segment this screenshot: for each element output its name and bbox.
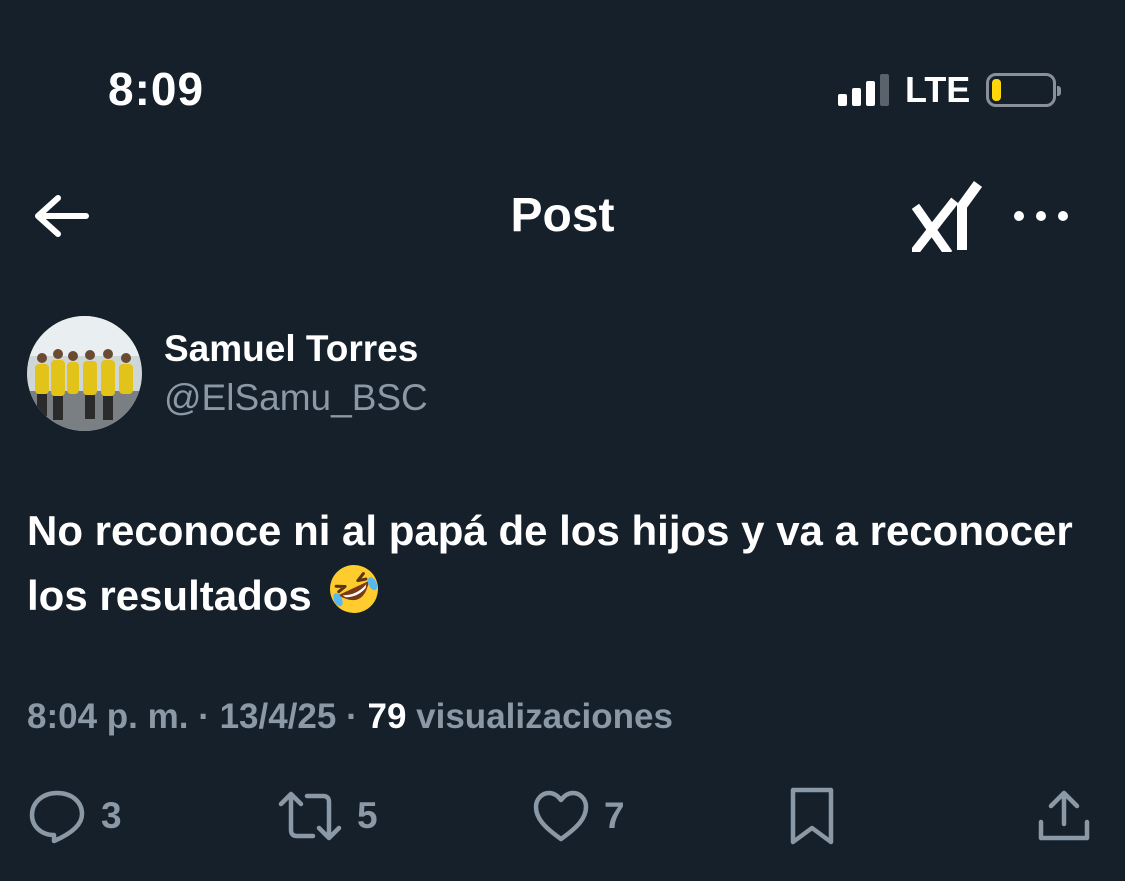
grok-button[interactable]: [909, 180, 983, 257]
bookmark-icon: [790, 787, 834, 845]
post-meta: 8:04 p. m. · 13/4/25 · 79 visualizacione…: [27, 697, 673, 737]
heart-icon: [533, 790, 589, 842]
post-text: No reconoce ni al papá de los hijos y va…: [27, 500, 1087, 633]
meta-separator: ·: [346, 697, 358, 736]
rolling-on-floor-laughing-emoji-icon: [327, 562, 381, 633]
post-date: 13/4/25: [219, 697, 337, 736]
like-count: 7: [604, 795, 625, 836]
post-screen: 8:09 LTE Post Samuel Torres @ElSamu_BSC …: [0, 0, 1125, 881]
share-icon: [1038, 790, 1090, 841]
author-handle[interactable]: @ElSamu_BSC: [164, 377, 428, 419]
post-text-content: No reconoce ni al papá de los hijos y va…: [27, 507, 1073, 619]
views-label[interactable]: visualizaciones: [416, 697, 673, 736]
post-time: 8:04 p. m.: [27, 697, 189, 736]
like-button[interactable]: 7: [532, 785, 625, 847]
network-type: LTE: [905, 69, 971, 110]
author-name[interactable]: Samuel Torres: [164, 328, 418, 370]
views-count[interactable]: 79: [367, 697, 406, 736]
repost-button[interactable]: 5: [277, 785, 378, 847]
status-time: 8:09: [108, 63, 205, 115]
meta-separator: ·: [198, 697, 210, 736]
battery-icon: [986, 73, 1062, 107]
repost-count: 5: [357, 795, 378, 836]
grok-icon: [909, 181, 983, 257]
avatar[interactable]: [27, 316, 142, 431]
signal-strength-icon: [838, 74, 889, 106]
reply-icon: [29, 790, 85, 844]
more-horizontal-icon: [1014, 211, 1068, 221]
bookmark-button[interactable]: [788, 785, 836, 847]
repost-icon: [278, 791, 342, 841]
reply-count: 3: [101, 795, 122, 836]
reply-button[interactable]: 3: [27, 785, 122, 847]
share-button[interactable]: [1036, 785, 1092, 847]
more-options-button[interactable]: [1010, 200, 1072, 232]
status-indicators: LTE: [838, 68, 1062, 112]
